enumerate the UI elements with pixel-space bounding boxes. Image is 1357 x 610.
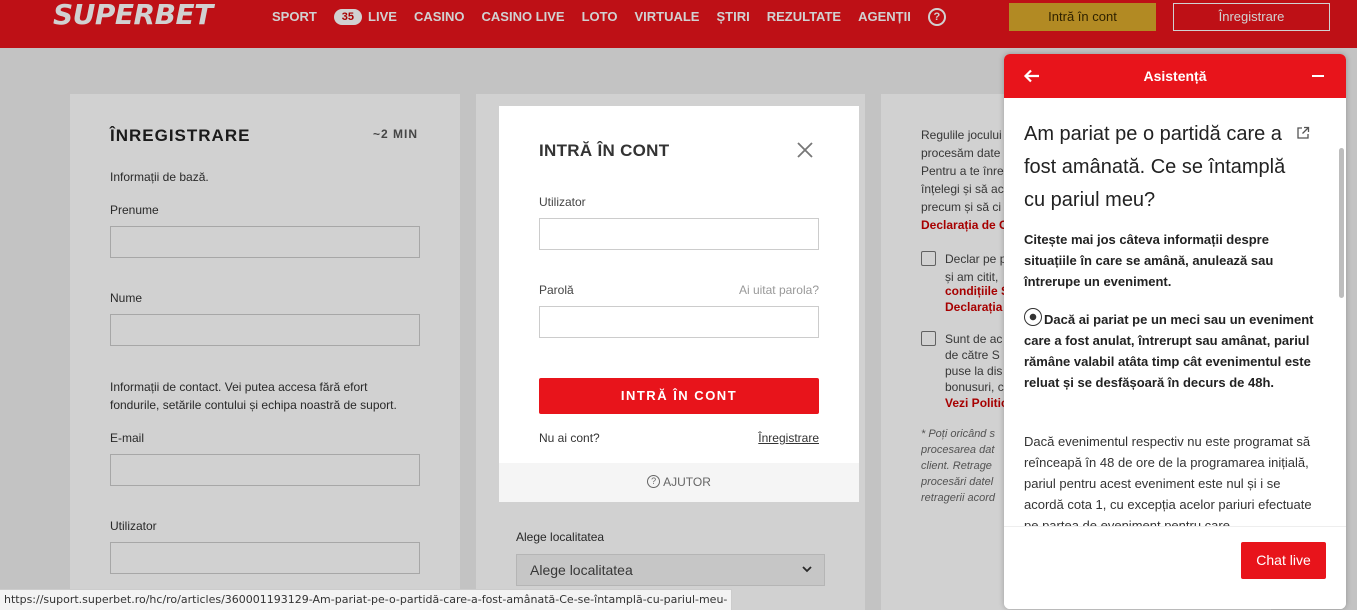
login-username-label: Utilizator [539,195,586,209]
arrow-left-icon[interactable] [1023,67,1041,85]
article-scrollbar[interactable] [1339,148,1344,298]
article-body: Dacă evenimentul respectiv nu este progr… [1024,434,1312,526]
chat-live-button[interactable]: Chat live [1241,542,1326,579]
login-modal-title: INTRĂ ÎN CONT [539,141,670,160]
login-modal: INTRĂ ÎN CONT Utilizator Parolă Ai uitat… [499,106,859,502]
article-highlight: Dacă ai pariat pe un meci sau un evenime… [1024,308,1320,393]
no-account-text: Nu ai cont? [539,431,600,445]
help-widget: Asistență Am pariat pe o partidă care a … [1004,54,1346,609]
login-password-input[interactable] [539,306,819,338]
close-icon[interactable] [795,140,815,160]
article-intro: Citește mai jos câteva informații despre… [1024,232,1274,289]
soccer-ball-icon [1024,308,1042,326]
help-widget-footer: Chat live [1004,526,1346,609]
external-link-icon[interactable] [1296,126,1310,140]
help-widget-title: Asistență [1143,68,1207,84]
help-footer[interactable]: ? AJUTOR [499,463,859,502]
article-title: Am pariat pe o partidă care a fost amâna… [1024,123,1286,211]
browser-status-url: https://suport.superbet.ro/hc/ro/article… [0,589,733,610]
help-label: AJUTOR [663,475,711,489]
help-widget-header: Asistență [1004,54,1346,98]
question-circle-icon: ? [647,475,661,489]
help-article: Am pariat pe o partidă care a fost amâna… [1004,98,1346,526]
article-highlight-text: Dacă ai pariat pe un meci sau un evenime… [1024,312,1314,390]
login-submit-button[interactable]: INTRĂ ÎN CONT [539,378,819,414]
forgot-password-link[interactable]: Ai uitat parola? [739,283,819,297]
login-password-label: Parolă [539,283,574,297]
minus-icon[interactable] [1312,75,1324,77]
login-username-input[interactable] [539,218,819,250]
modal-register-link[interactable]: Înregistrare [758,431,819,445]
